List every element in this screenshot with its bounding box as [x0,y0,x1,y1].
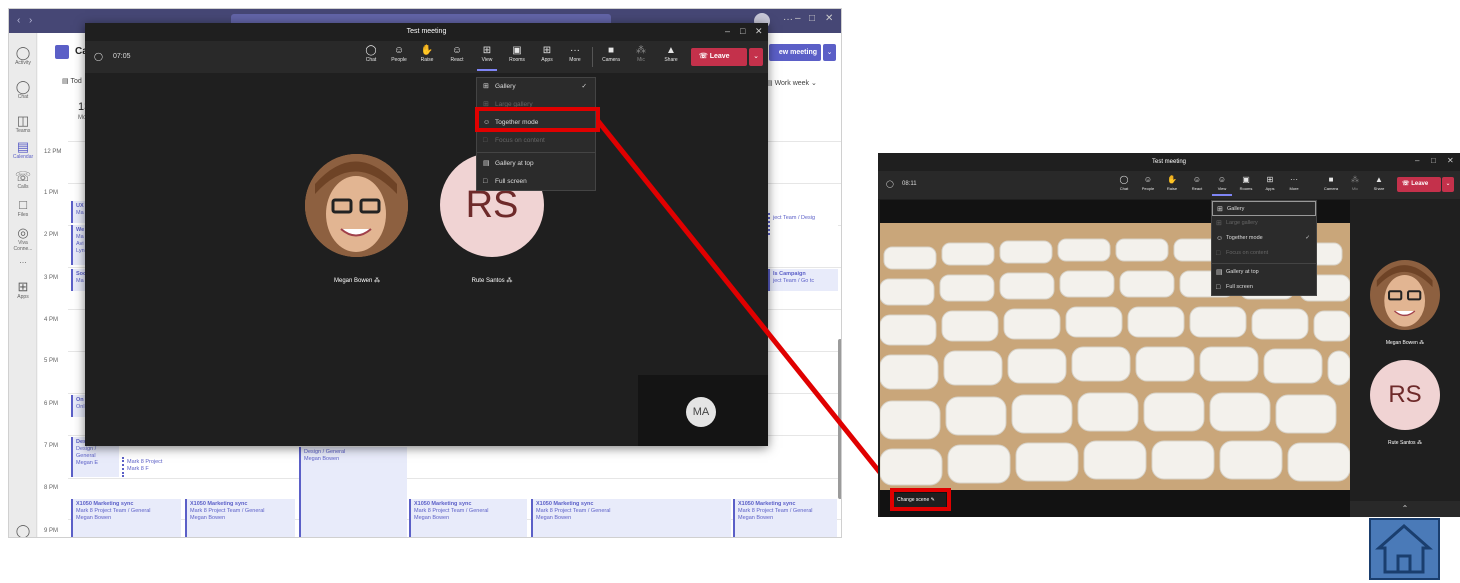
focus-icon: □ [1216,250,1221,257]
meeting-toolbar: ◯ 08:11 ◯ Chat ☺ People ✋ Raise ☺ React ☺ Vie… [878,171,1460,199]
shield-icon: ◯ [886,181,894,188]
menu-divider [1212,263,1316,264]
plus-icon: ⊞ [1266,175,1274,184]
highlight-box [890,488,951,511]
mic-off-icon: ⁂ [1419,340,1425,346]
home-button[interactable] [1369,518,1440,580]
together-mode-window: Test meeting – □ ✕ ◯ 08:11 ◯ Chat ☺ People… [878,153,1460,517]
rooms-button[interactable]: ▣ Rooms [1236,174,1256,191]
view-button[interactable]: ☺ View [1212,174,1232,196]
menu-item-gallery[interactable]: ⊞ Gallery [1212,201,1316,216]
people-button[interactable]: ☺ People [1138,174,1158,191]
smiley-icon: ☺ [1192,175,1202,184]
hand-icon: ✋ [1167,175,1177,184]
chat-button[interactable]: ◯ Chat [1114,174,1134,191]
participant-panel: Megan Bowen ⁂ RS Rute Santos ⁂ ⌃ [1350,200,1460,517]
maximize-icon[interactable]: □ [1431,156,1436,165]
fullscreen-icon: □ [1216,284,1221,291]
share-icon: ▲ [1375,175,1383,184]
menu-item-full-screen[interactable]: □ Full screen [1212,280,1316,295]
menu-item-focus[interactable]: □ Focus on content [1212,246,1316,261]
camera-icon: ■ [1328,175,1334,184]
participant-name: Megan Bowen ⁂ [1385,340,1425,346]
checkmark-icon: ✓ [1305,235,1310,241]
leave-button[interactable]: ☏ Leave [1397,177,1441,192]
phone-icon: ☏ [1402,181,1410,187]
chat-icon: ◯ [1119,175,1129,184]
mic-button[interactable]: ⁂ Mic [1345,174,1365,191]
connector-arrow [596,119,896,492]
mic-off-icon: ⁂ [1416,440,1422,446]
more-icon: ··· [1290,175,1298,184]
rooms-icon: ▣ [1242,175,1250,184]
mic-off-icon: ⁂ [1351,175,1359,184]
gallery-top-icon: ▤ [1216,269,1223,276]
leave-dropdown[interactable]: ⌄ [1442,177,1454,192]
share-button[interactable]: ▲ Share [1369,174,1389,191]
minimize-icon[interactable]: – [1415,156,1419,165]
menu-item-gallery-top[interactable]: ▤ Gallery at top [1212,265,1316,280]
apps-button[interactable]: ⊞ Apps [1260,174,1280,191]
meeting-title: Test meeting [1151,159,1187,165]
together-icon: ☺ [1217,175,1227,184]
meeting-timer: 08:11 [902,181,917,187]
menu-item-large-gallery[interactable]: ⊞ Large gallery [1212,216,1316,231]
menu-item-together-mode[interactable]: ☺ Together mode ✓ [1212,231,1316,246]
participant-avatar: RS [1370,360,1440,430]
raise-hand-button[interactable]: ✋ Raise [1162,174,1182,191]
camera-button[interactable]: ■ Camera [1321,174,1341,191]
together-icon: ☺ [1216,235,1224,242]
participant-photo [1370,260,1440,330]
grid-icon: ⊞ [1216,220,1222,227]
panel-collapse-button[interactable]: ⌃ [1350,501,1460,517]
react-button[interactable]: ☺ React [1187,174,1207,191]
view-menu: ⊞ Gallery ⊞ Large gallery ☺ Together mode ✓ … [1211,200,1317,296]
more-button[interactable]: ··· More [1284,174,1304,191]
home-icon [1375,524,1433,574]
people-icon: ☺ [1143,175,1153,184]
participant-name: Rute Santos ⁂ [1388,440,1422,446]
grid-icon: ⊞ [1217,206,1223,213]
close-icon[interactable]: ✕ [1447,156,1454,165]
chevron-up-icon: ⌃ [1401,504,1409,513]
